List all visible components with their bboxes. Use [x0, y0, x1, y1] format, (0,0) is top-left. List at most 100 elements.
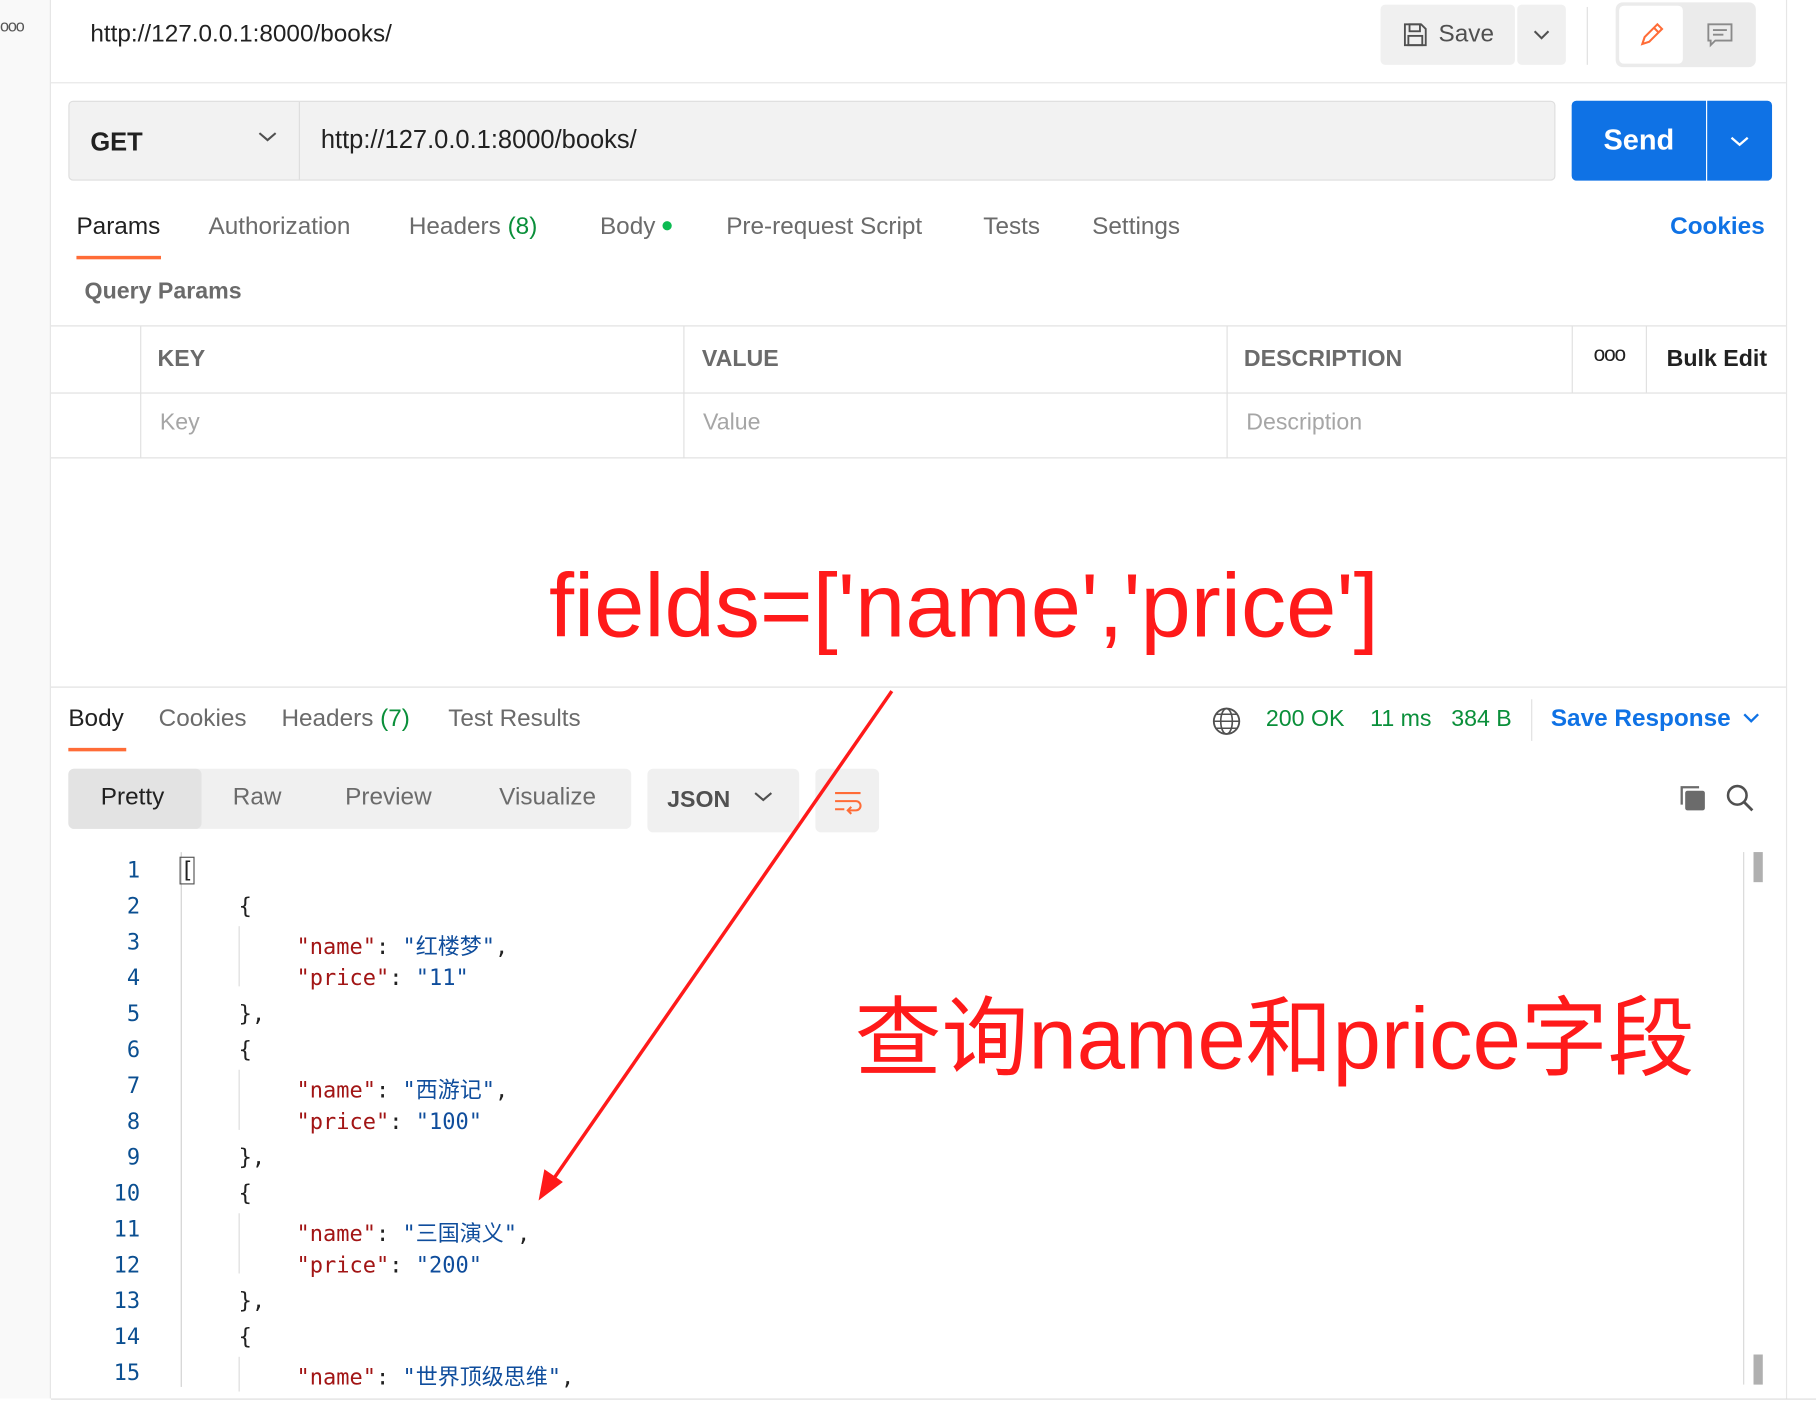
column-divider — [1645, 326, 1647, 393]
json-colon: : — [375, 1364, 403, 1391]
url-input[interactable] — [320, 125, 1526, 156]
save-label: Save — [1438, 20, 1495, 48]
code-line: "name": "三国演义", — [296, 1217, 530, 1248]
query-annotation: 查询name和price字段 — [854, 989, 1695, 1088]
json-key: "name" — [296, 1364, 376, 1391]
view-mode-raw[interactable]: Raw — [233, 784, 282, 812]
tab-params[interactable]: Params — [76, 213, 160, 241]
more-icon[interactable]: ooo — [1594, 343, 1626, 367]
json-comma: , — [495, 1077, 509, 1104]
tab-headers-label: Headers — [408, 213, 501, 240]
json-value: "200" — [415, 1252, 483, 1279]
comment-icon — [1706, 23, 1732, 48]
response-size[interactable]: 384 B — [1451, 706, 1512, 733]
json-comma: , — [495, 934, 509, 960]
edit-mode-button[interactable] — [1619, 5, 1683, 64]
globe-icon[interactable] — [1211, 706, 1241, 736]
json-key: "price" — [296, 1252, 390, 1279]
response-body-editor[interactable]: 1 2 3 4 5 6 7 8 9 10 11 12 13 14 15 [ { … — [51, 852, 1742, 1396]
line-number: 11 — [113, 1216, 141, 1243]
active-tab-indicator — [76, 255, 161, 260]
line-number: 7 — [126, 1073, 141, 1099]
copy-icon[interactable] — [1677, 783, 1707, 813]
format-select[interactable]: JSON — [647, 768, 800, 833]
editor-scroll-track — [1743, 852, 1745, 1385]
code-line: "name": "红楼梦", — [296, 930, 508, 961]
comments-button[interactable] — [1687, 6, 1751, 64]
key-input[interactable]: Key — [160, 410, 200, 437]
format-label: JSON — [667, 787, 731, 813]
view-mode-toggle — [1615, 2, 1756, 68]
cookies-link[interactable]: Cookies — [1670, 213, 1765, 241]
json-value: "西游记" — [402, 1077, 496, 1104]
response-tab-headers[interactable]: Headers (7) — [281, 705, 409, 733]
json-comma: , — [517, 1221, 531, 1247]
pencil-icon — [1640, 22, 1663, 46]
response-status[interactable]: 200 OK — [1266, 706, 1345, 733]
more-icon[interactable]: ooo — [0, 16, 25, 35]
code-close-brace: }, — [238, 1288, 266, 1314]
bulk-edit-button[interactable]: Bulk Edit — [1667, 346, 1767, 373]
search-icon[interactable] — [1725, 783, 1755, 813]
view-mode-pretty[interactable]: Pretty — [68, 768, 202, 829]
code-open-brace: { — [238, 1180, 252, 1207]
tab-body-label: Body — [599, 213, 656, 240]
method-select[interactable]: GET — [69, 101, 300, 180]
view-mode-preview[interactable]: Preview — [345, 784, 432, 812]
column-header-description: DESCRIPTION — [1243, 346, 1403, 372]
save-response-button[interactable]: Save Response — [1551, 705, 1731, 733]
json-key: "name" — [296, 934, 376, 960]
json-value: "三国演义" — [402, 1221, 518, 1247]
response-tab-body[interactable]: Body — [68, 705, 123, 733]
tab-tests[interactable]: Tests — [983, 213, 1040, 241]
wrap-lines-button[interactable] — [815, 768, 880, 833]
view-mode-visualize[interactable]: Visualize — [499, 784, 596, 812]
line-number: 3 — [126, 929, 141, 956]
json-key: "name" — [296, 1077, 376, 1104]
tab-body[interactable]: Body — [600, 213, 672, 241]
bottom-divider — [50, 1398, 1816, 1400]
tab-settings[interactable]: Settings — [1092, 213, 1180, 241]
column-divider — [683, 326, 685, 459]
view-mode-pretty-label: Pretty — [100, 783, 165, 811]
left-sidebar-edge: ooo — [0, 0, 51, 1399]
chevron-down-icon[interactable] — [1742, 711, 1761, 725]
scrollbar-thumb[interactable] — [1753, 1354, 1763, 1385]
tab-authorization[interactable]: Authorization — [208, 213, 350, 241]
code-line: "name": "西游记", — [296, 1073, 508, 1104]
toolbar-divider — [1586, 6, 1588, 65]
line-number: 2 — [126, 893, 141, 920]
chevron-down-icon — [1730, 136, 1749, 146]
response-tab-cookies[interactable]: Cookies — [159, 705, 247, 733]
response-view-modes: Pretty Raw Preview Visualize — [68, 768, 632, 829]
query-params-table: KEY VALUE DESCRIPTION ooo Bulk Edit Key … — [50, 325, 1786, 459]
line-number: 13 — [113, 1288, 141, 1314]
line-number: 4 — [126, 965, 141, 991]
column-divider — [1226, 326, 1228, 459]
code-line: "price": "200" — [296, 1253, 482, 1278]
request-title[interactable]: http://127.0.0.1:8000/books/ — [90, 21, 392, 49]
scrollbar-thumb[interactable] — [1753, 852, 1763, 883]
table-row-divider — [50, 392, 1786, 394]
tab-prerequest-script[interactable]: Pre-request Script — [726, 213, 922, 241]
tab-headers[interactable]: Headers (8) — [409, 213, 537, 241]
save-options-button[interactable] — [1517, 4, 1566, 65]
indent-guide — [238, 1213, 240, 1274]
json-value: "100" — [415, 1109, 483, 1135]
description-input[interactable]: Description — [1246, 410, 1362, 437]
send-button[interactable]: Send — [1571, 100, 1707, 181]
response-tab-test-results[interactable]: Test Results — [448, 705, 580, 733]
column-divider — [140, 326, 142, 459]
code-gutter-line — [180, 852, 182, 1387]
column-divider — [1571, 326, 1573, 393]
send-options-button[interactable] — [1707, 100, 1773, 181]
line-number: 12 — [113, 1252, 141, 1279]
value-input[interactable]: Value — [703, 410, 761, 437]
postman-window: ooo http://127.0.0.1:8000/books/ Save GE… — [0, 0, 1816, 1417]
save-icon — [1404, 23, 1427, 47]
code-open-bracket: [ — [179, 856, 196, 885]
url-bar: GET — [68, 100, 1556, 181]
response-time[interactable]: 11 ms — [1370, 706, 1431, 733]
save-button[interactable]: Save — [1380, 4, 1515, 65]
headers-count: (8) — [507, 213, 538, 240]
